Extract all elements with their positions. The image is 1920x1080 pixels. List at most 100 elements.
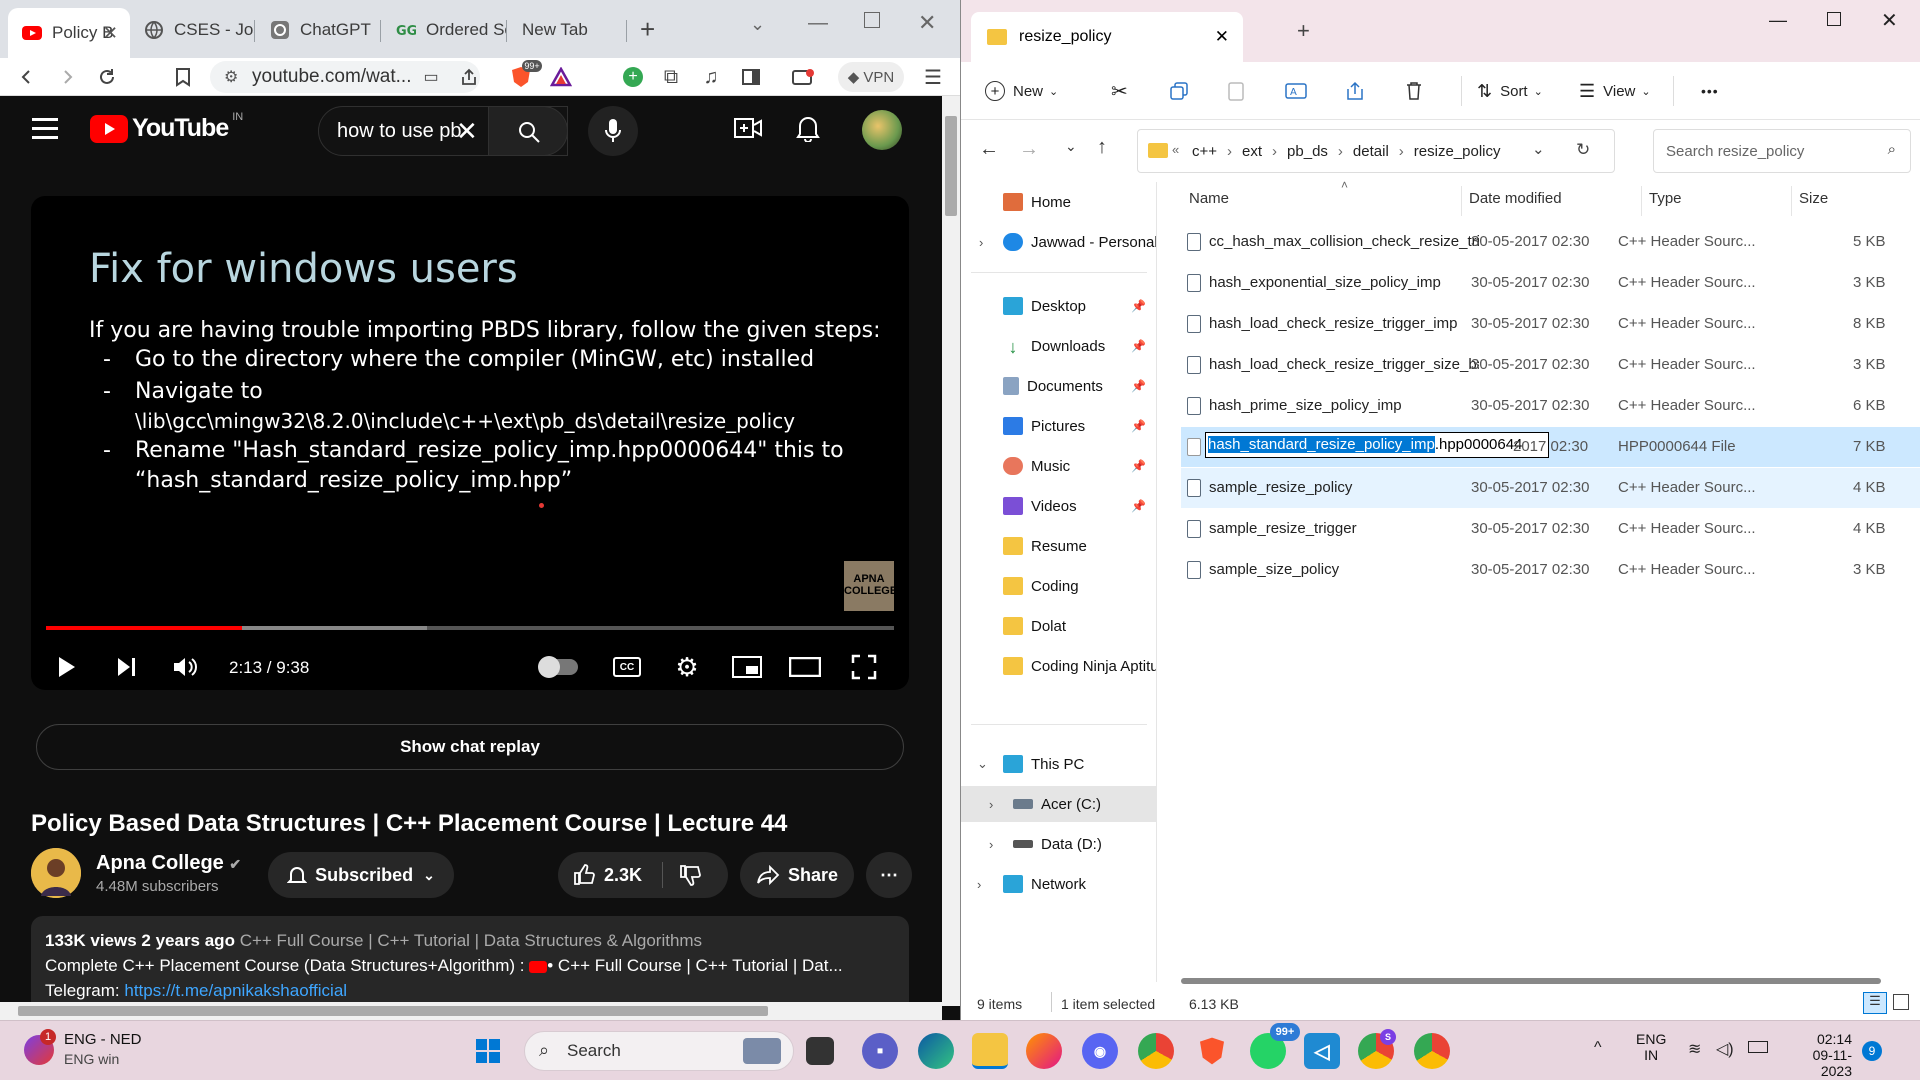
file-row[interactable]: sample_resize_trigger 30-05-2017 02:30 C++… [1181,509,1920,549]
file-row[interactable]: hash_exponential_size_policy_imp 30-05-20… [1181,263,1920,303]
copy-icon[interactable] [1169,76,1189,106]
user-avatar[interactable] [862,110,902,150]
up-icon[interactable]: ↑ [1097,136,1107,159]
media-music-icon[interactable]: ♫ [696,62,726,92]
nav-onedrive[interactable]: › Jawwad - Personal [961,224,1156,260]
tiles-view-icon[interactable] [1893,994,1909,1010]
miniplayer-icon[interactable] [729,651,765,683]
breadcrumb-overflow[interactable]: « [1172,142,1179,157]
nav-coding-ninja[interactable]: Coding Ninja Aptitu [961,648,1156,684]
tab-new[interactable]: New Tab [508,10,626,50]
nav-pictures[interactable]: Pictures 📌 [961,408,1156,444]
back-icon[interactable]: ← [979,138,999,161]
close-window-icon[interactable]: ✕ [1881,8,1898,33]
breadcrumb-item[interactable]: resize_policy [1414,143,1501,160]
search-field[interactable]: Search resize_policy ⌕ [1653,129,1911,173]
share-icon[interactable] [454,62,484,92]
like-button[interactable]: 2.3K [572,863,642,887]
nav-resume[interactable]: Resume [961,528,1156,564]
video-description[interactable]: 133K views 2 years ago C++ Full Course |… [31,916,909,1006]
horizontal-scrollbar[interactable] [0,1002,942,1020]
vpn-button[interactable]: ◆ VPN [838,62,904,92]
volume-icon[interactable] [167,651,203,683]
next-icon[interactable] [111,651,143,683]
breadcrumb[interactable]: « c++ › ext › pb_ds › detail › resize_policy… [1137,129,1615,173]
tray-language[interactable]: ENG IN [1636,1031,1666,1063]
clock[interactable]: 02:14 09-11-2023 [1782,1031,1852,1079]
notification-center-badge[interactable]: 9 [1862,1041,1882,1061]
nav-documents[interactable]: Documents 📌 [961,368,1156,404]
more-actions-button[interactable]: ⋯ [866,852,912,898]
file-row[interactable]: hash_load_check_resize_trigger_imp 30-05-… [1181,304,1920,344]
col-type[interactable]: Type [1649,190,1682,207]
file-explorer-taskbar-icon[interactable] [972,1033,1008,1069]
maximize-icon[interactable] [864,12,880,28]
recent-locations-icon[interactable]: ⌄ [1065,138,1077,155]
nav-data-d[interactable]: › Data (D:) [961,826,1156,862]
nav-coding[interactable]: Coding [961,568,1156,604]
show-hidden-icons-chevron[interactable]: ^ [1594,1039,1602,1057]
delete-icon[interactable] [1405,76,1423,106]
vertical-scrollbar[interactable] [942,96,960,1006]
new-tab-button[interactable]: + [1297,18,1310,44]
horizontal-scrollbar[interactable] [1181,978,1881,984]
minimize-icon[interactable]: — [808,12,828,35]
install-app-icon[interactable]: ▭ [416,62,446,92]
reload-icon[interactable] [92,62,122,92]
cut-icon[interactable]: ✂ [1111,76,1128,106]
create-video-icon[interactable] [734,116,762,145]
file-row[interactable]: sample_size_policy 30-05-2017 02:30 C++ He… [1181,550,1920,590]
share-icon[interactable] [1345,76,1365,106]
new-tab-button[interactable]: + [640,14,655,45]
rename-icon[interactable]: A [1285,76,1307,106]
keyboard-layout-label[interactable]: ENG - NED [64,1031,142,1048]
brave-rewards-icon[interactable] [546,62,576,92]
edge-icon[interactable] [918,1033,954,1069]
battery-icon[interactable] [1748,1041,1768,1053]
file-row[interactable]: hash_load_check_resize_trigger_size_base… [1181,345,1920,385]
forward-icon[interactable]: → [1019,138,1039,161]
windows-start-icon[interactable] [470,1033,506,1069]
taskbar-search[interactable]: ⌕ Search [524,1031,794,1071]
fullscreen-icon[interactable] [847,651,881,683]
col-name[interactable]: Name [1189,190,1229,207]
clear-search-icon[interactable]: ✕ [456,116,478,147]
paste-icon[interactable] [1227,76,1245,106]
breadcrumb-item[interactable]: pb_ds [1287,143,1328,160]
col-size[interactable]: Size [1799,190,1828,207]
teams-chat-icon[interactable]: ▪ [862,1033,898,1069]
minimize-icon[interactable]: — [1769,10,1787,31]
view-button[interactable]: ☰ View ⌄ [1579,76,1651,106]
vscode-icon[interactable]: ◁ [1304,1033,1340,1069]
new-button[interactable]: + New ⌄ [985,76,1058,106]
show-chat-replay-button[interactable]: Show chat replay [36,724,904,770]
breadcrumb-item[interactable]: c++ [1192,143,1217,160]
brave-shields-icon[interactable]: 99+ [506,60,542,92]
voice-search-button[interactable] [588,106,638,156]
telegram-link[interactable]: https://t.me/apnikakshaofficial [124,981,347,1000]
autoplay-toggle[interactable] [538,651,579,683]
theater-mode-icon[interactable] [787,651,823,683]
notifications-bell-icon[interactable] [795,114,821,147]
details-view-icon[interactable]: ☰ [1863,992,1887,1014]
tab-youtube[interactable]: Policy B ✕ [8,8,130,58]
opera-widget-icon[interactable]: 1 [24,1029,56,1065]
subscribed-button[interactable]: Subscribed ⌄ [268,852,454,898]
youtube-logo[interactable]: YouTube IN [90,111,243,143]
video-player[interactable]: Fix for windows users If you are having … [31,196,909,690]
sidebar-icon[interactable] [736,62,766,92]
site-settings-icon[interactable]: ⚙ [224,67,238,87]
nav-music[interactable]: Music 📌 [961,448,1156,484]
nav-desktop[interactable]: Desktop 📌 [961,288,1156,324]
discord-icon[interactable]: ◉ [1082,1033,1118,1069]
nav-this-pc[interactable]: ⌄ This PC [961,746,1156,782]
refresh-icon[interactable]: ↻ [1576,140,1590,160]
channel-avatar[interactable] [31,848,81,898]
bookmark-icon[interactable] [168,62,198,92]
file-row[interactable]: sample_resize_policy 30-05-2017 02:30 C++ … [1181,468,1920,508]
wallet-icon[interactable] [788,62,818,92]
menu-icon[interactable]: ☰ [918,62,948,92]
volume-icon[interactable]: ◁) [1716,1039,1734,1059]
hamburger-menu-icon[interactable] [32,118,58,139]
nav-acer-c[interactable]: › Acer (C:) [961,786,1156,822]
